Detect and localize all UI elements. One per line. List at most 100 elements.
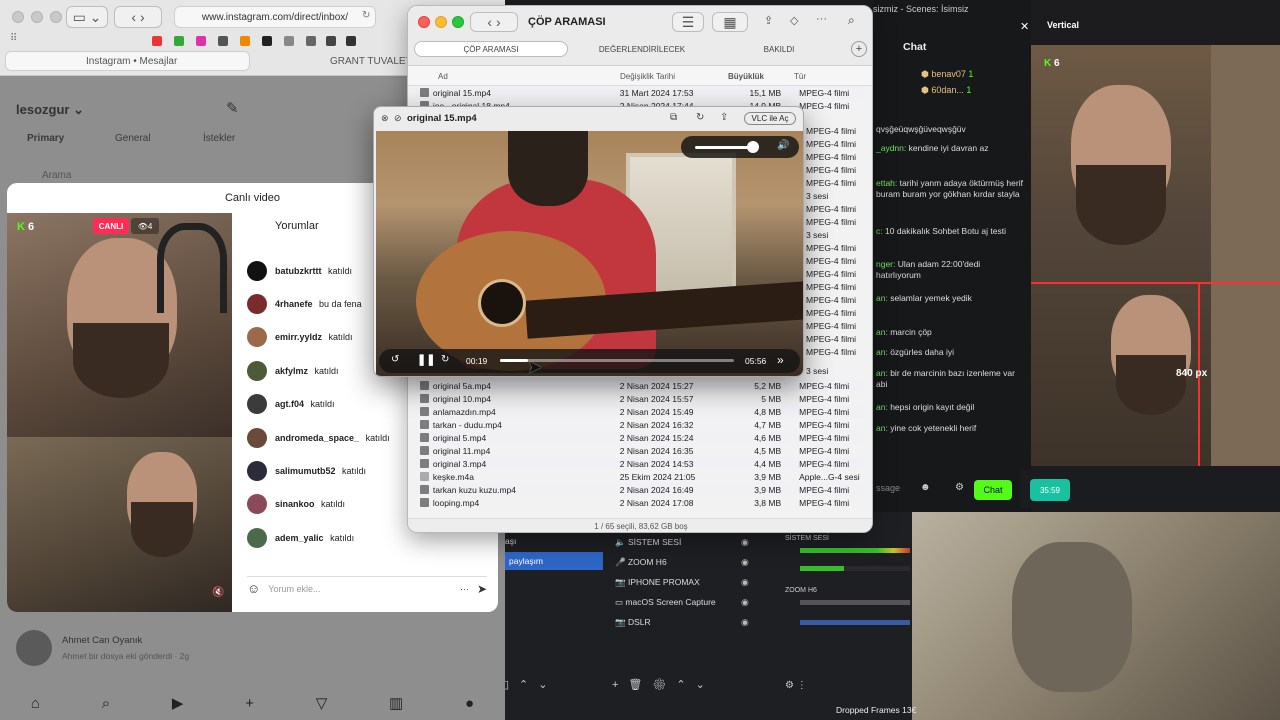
profile-icon[interactable]: ●: [465, 695, 474, 712]
favorite-icon[interactable]: [196, 36, 206, 46]
direct-icon[interactable]: ▽: [316, 694, 328, 712]
scene-item[interactable]: aşı: [505, 536, 516, 546]
headphones-shape: [157, 223, 227, 313]
grid-icon[interactable]: ⠿: [10, 33, 17, 44]
sidebar-toggle-icon[interactable]: ▭ ⌄: [66, 6, 108, 28]
tab-instagram[interactable]: Instagram • Mesajlar: [5, 51, 250, 71]
fast-forward-icon[interactable]: »: [777, 353, 784, 367]
col-kind[interactable]: Tür: [794, 72, 806, 81]
skip-back-icon[interactable]: ↺: [391, 354, 399, 365]
favorite-icon[interactable]: [284, 36, 294, 46]
zoom-button[interactable]: [452, 16, 464, 28]
scene-toolbar[interactable]: ▯⌃⌄: [503, 678, 558, 691]
video-frame[interactable]: 🔊 ↺ ❚❚ ↻ 00:19 05:56 »: [376, 131, 803, 376]
source-item[interactable]: 📷 DSLR ◉: [615, 613, 749, 631]
file-row[interactable]: original 3.mp4 2 Nisan 2024 14:53 4,4 MB MP…: [416, 457, 866, 471]
back-forward-icon[interactable]: ‹ ›: [470, 12, 518, 32]
volume-knob[interactable]: [746, 141, 759, 153]
share-icon[interactable]: ⇪: [720, 112, 728, 123]
tab-requests[interactable]: İstekler: [203, 133, 235, 144]
account-switcher[interactable]: lesozgur ⌄: [16, 102, 84, 118]
close-icon[interactable]: ⊗: [381, 113, 389, 124]
file-row[interactable]: looping.mp4 2 Nisan 2024 17:08 3,8 MB MPEG-…: [416, 496, 866, 509]
favorite-icon[interactable]: [346, 36, 356, 46]
stats-icon[interactable]: ▥: [389, 694, 403, 712]
scene-item-selected[interactable]: paylaşım: [505, 552, 603, 570]
file-row[interactable]: keşke.m4a 25 Ekim 2024 21:05 3,9 MB Apple..…: [416, 470, 866, 483]
search-input[interactable]: Arama: [42, 170, 71, 181]
tab-primary[interactable]: Primary: [27, 133, 64, 144]
dropped-frames: Dropped Frames 13€: [836, 705, 917, 715]
back-forward-icon[interactable]: ‹ ›: [114, 6, 162, 28]
close-icon[interactable]: ✕: [1020, 20, 1031, 33]
favorite-icon[interactable]: [152, 36, 162, 46]
favorite-icon[interactable]: [174, 36, 184, 46]
group-icon[interactable]: ▦: [712, 12, 748, 32]
tab-cop-aramasi[interactable]: ÇÖP ARAMASI: [414, 41, 568, 57]
favorite-icon[interactable]: [218, 36, 228, 46]
video-file-icon: [420, 459, 429, 469]
reels-icon[interactable]: ▶: [172, 694, 184, 712]
col-size[interactable]: Büyüklük: [728, 72, 764, 81]
file-row[interactable]: anlamazdın.mp4 2 Nisan 2024 15:49 4,8 MB MP…: [416, 405, 866, 419]
new-message-icon[interactable]: ✎: [226, 99, 239, 117]
source-item[interactable]: 🎤 ZOOM H6 ◉: [615, 553, 749, 571]
file-row[interactable]: original 10.mp4 2 Nisan 2024 15:57 5 MB MPE…: [416, 392, 866, 405]
add-tab-icon[interactable]: +: [851, 41, 867, 57]
chat-send-button[interactable]: Chat: [974, 480, 1012, 500]
avatar: [247, 461, 267, 481]
file-row[interactable]: tarkan - dudu.mp4 2 Nisan 2024 16:32 4,7 M…: [416, 418, 866, 431]
favorite-icon[interactable]: [262, 36, 272, 46]
more-icon[interactable]: ···: [816, 13, 827, 25]
minimize-button[interactable]: [435, 16, 447, 28]
close-button[interactable]: [418, 16, 430, 28]
list-view-icon[interactable]: ☰: [672, 12, 704, 32]
skip-forward-icon[interactable]: ↻: [441, 354, 449, 365]
file-row[interactable]: original 15.mp4 31 Mart 2024 17:53 15,1 MB…: [416, 86, 866, 100]
gear-icon[interactable]: ⚙: [955, 482, 964, 493]
favorite-icon[interactable]: [240, 36, 250, 46]
comment-input[interactable]: ☺ Yorum ekle... ··· ➤: [247, 576, 487, 600]
file-row[interactable]: original 5a.mp4 2 Nisan 2024 15:27 5,2 MB M…: [416, 379, 866, 393]
share-icon[interactable]: ⇪: [764, 14, 773, 27]
favorite-icon[interactable]: [306, 36, 316, 46]
volume-slider[interactable]: [695, 146, 753, 149]
favorite-icon[interactable]: [326, 36, 336, 46]
pause-icon[interactable]: ❚❚: [417, 353, 435, 366]
stream-timer[interactable]: 35:59: [1030, 479, 1070, 501]
home-icon[interactable]: ⌂: [31, 695, 40, 712]
tab-bakildi[interactable]: BAKILDI: [716, 41, 842, 57]
col-date[interactable]: Değişiklik Tarihi: [620, 72, 675, 81]
address-bar[interactable]: www.instagram.com/direct/inbox/: [174, 6, 376, 28]
tag-icon[interactable]: ◇: [790, 14, 798, 27]
col-name[interactable]: Ad: [438, 72, 448, 81]
fullscreen-icon[interactable]: ⊘: [394, 113, 402, 124]
video-file-icon: [420, 433, 429, 443]
tab-general[interactable]: General: [115, 133, 151, 144]
eye-icon: ◉: [741, 576, 749, 587]
reload-icon[interactable]: ↻: [362, 10, 370, 21]
source-item[interactable]: 🔈 SİSTEM SESİ ◉: [615, 533, 749, 551]
create-icon[interactable]: +: [245, 695, 254, 712]
mute-icon[interactable]: 🔇: [212, 587, 224, 598]
source-toolbar[interactable]: +🗑⚙⌃⌄: [612, 678, 715, 691]
emoji-icon[interactable]: ☻: [920, 482, 931, 493]
minimize-button[interactable]: [31, 11, 43, 23]
open-with-vlc-button[interactable]: VLC ile Aç: [744, 112, 796, 125]
search-icon[interactable]: ⌕: [848, 13, 855, 28]
close-button[interactable]: [12, 11, 24, 23]
file-row[interactable]: tarkan kuzu kuzu.mp4 2 Nisan 2024 16:49 3,…: [416, 483, 866, 497]
zoom-button[interactable]: [50, 11, 62, 23]
file-row[interactable]: original 5.mp4 2 Nisan 2024 15:24 4,6 MB MP…: [416, 431, 866, 445]
cursor-icon: ➤: [527, 357, 543, 377]
file-row[interactable]: original 11.mp4 2 Nisan 2024 16:35 4,5 MB M…: [416, 444, 866, 457]
chat-input[interactable]: ssage: [876, 483, 900, 493]
source-item[interactable]: 📷 IPHONE PROMAX ◉: [615, 573, 749, 591]
mixer-settings-icon[interactable]: ⚙ ⋮: [785, 680, 807, 691]
rotate-icon[interactable]: ↻: [696, 112, 704, 123]
source-item[interactable]: ▭ macOS Screen Capture ◉: [615, 593, 749, 611]
search-icon[interactable]: ⌕: [102, 695, 110, 712]
tab-degerlendirilecek[interactable]: DEĞERLENDİRİLECEK: [568, 41, 716, 57]
speaker-icon[interactable]: 🔊: [777, 140, 789, 151]
trim-icon[interactable]: ⧉: [670, 112, 677, 123]
